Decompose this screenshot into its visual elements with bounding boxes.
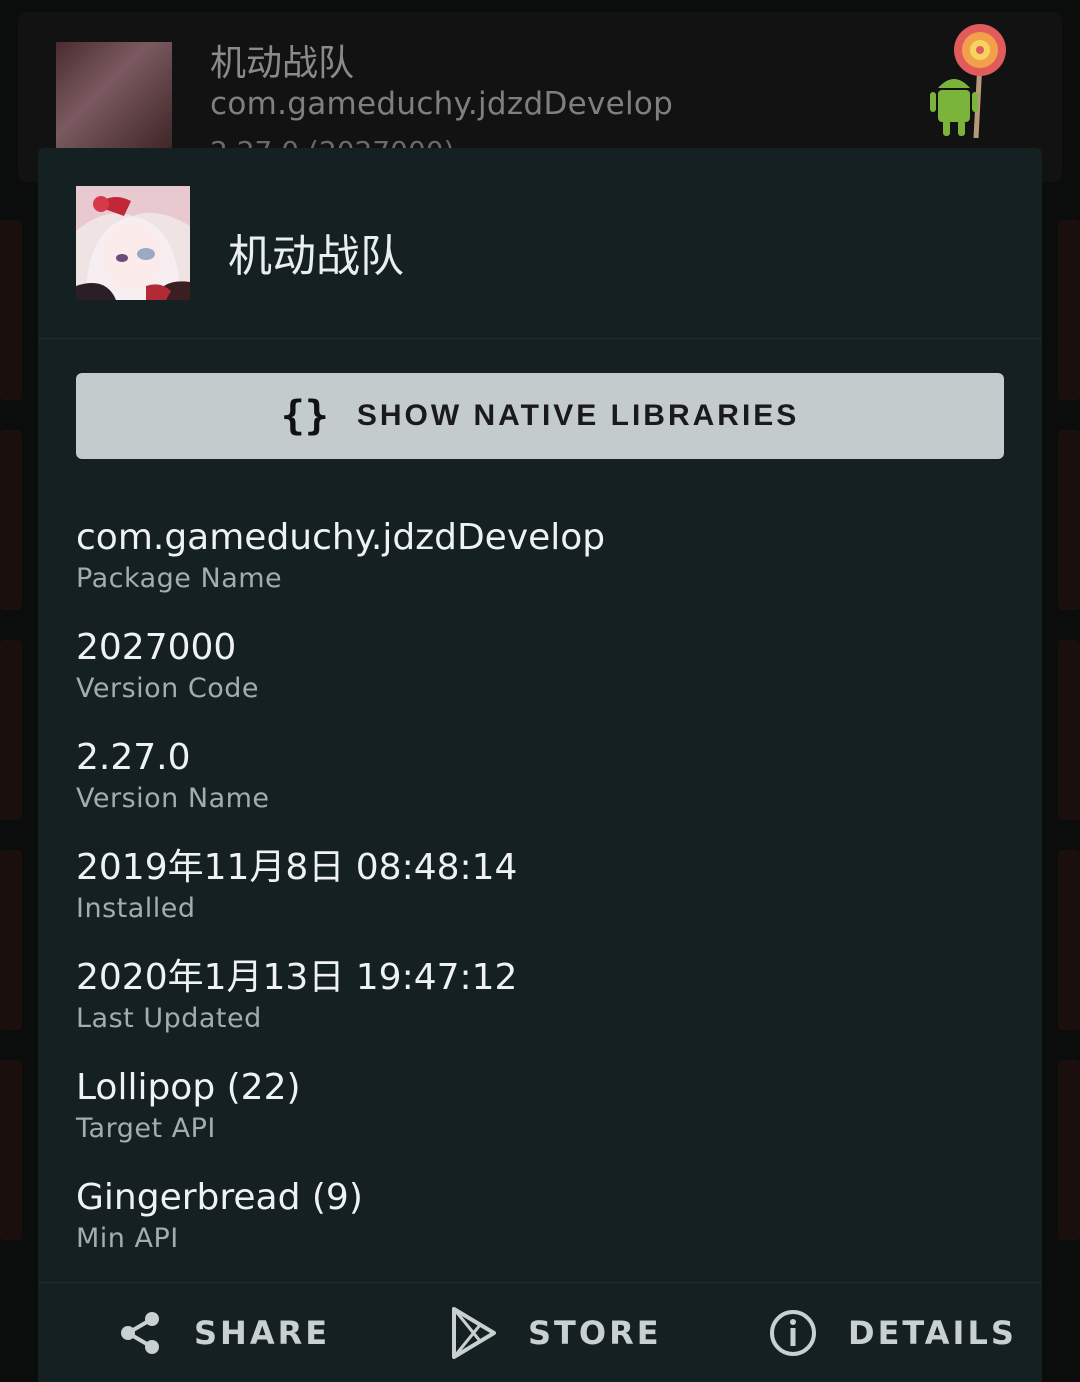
info-package-name: com.gameduchy.jdzdDevelop Package Name xyxy=(76,516,605,596)
info-value: 2020年1月13日 19:47:12 xyxy=(76,957,518,998)
background-card-edge-left xyxy=(0,1060,22,1240)
info-installed: 2019年11月8日 08:48:14 Installed xyxy=(76,846,517,926)
background-card-edge-left xyxy=(0,220,22,400)
info-value: 2027000 xyxy=(76,627,237,668)
share-label: SHARE xyxy=(194,1314,331,1352)
details-label: DETAILS xyxy=(848,1314,1017,1352)
show-native-libraries-label: SHOW NATIVE LIBRARIES xyxy=(356,399,800,432)
info-icon xyxy=(770,1310,816,1356)
info-min-api: Gingerbread (9) Min API xyxy=(76,1176,363,1256)
info-label: Min API xyxy=(76,1223,179,1254)
background-card-edge-left xyxy=(0,850,22,1030)
background-card-edge-right xyxy=(1058,850,1080,1030)
background-card-edge-right xyxy=(1058,220,1080,400)
show-native-libraries-button[interactable]: {} SHOW NATIVE LIBRARIES xyxy=(76,373,1004,459)
info-version-code: 2027000 Version Code xyxy=(76,626,259,706)
play-store-icon xyxy=(452,1307,496,1359)
background-app-icon xyxy=(56,42,172,158)
info-value: Gingerbread (9) xyxy=(76,1177,363,1218)
dialog-app-name: 机动战队 xyxy=(228,231,404,282)
info-value: Lollipop (22) xyxy=(76,1067,301,1108)
app-info-dialog: 机动战队 {} SHOW NATIVE LIBRARIES com.gamedu… xyxy=(38,148,1042,1382)
store-label: STORE xyxy=(528,1314,662,1352)
background-card-edge-right xyxy=(1058,1060,1080,1240)
info-value: com.gameduchy.jdzdDevelop xyxy=(76,517,606,558)
background-app-title: 机动战队 xyxy=(210,43,355,84)
info-target-api: Lollipop (22) Target API xyxy=(76,1066,301,1146)
share-icon xyxy=(121,1312,159,1354)
info-label: Version Name xyxy=(76,783,270,814)
background-card-edge-right xyxy=(1058,430,1080,610)
share-button[interactable]: SHARE xyxy=(116,1283,330,1382)
info-label: Target API xyxy=(76,1113,216,1144)
info-value: 2019年11月8日 08:48:14 xyxy=(76,847,518,888)
dialog-action-bar: SHARE STORE DETAILS xyxy=(38,1282,1042,1382)
details-button[interactable]: DETAILS xyxy=(768,1283,1017,1382)
dialog-header: 机动战队 xyxy=(38,148,1042,339)
lollipop-android-icon xyxy=(930,24,1006,139)
info-last-updated: 2020年1月13日 19:47:12 Last Updated xyxy=(76,956,517,1036)
info-version-name: 2.27.0 Version Name xyxy=(76,736,270,816)
info-label: Version Code xyxy=(76,673,259,704)
info-label: Installed xyxy=(76,893,196,924)
background-card-edge-left xyxy=(0,640,22,820)
info-label: Package Name xyxy=(76,563,283,594)
background-card-edge-left xyxy=(0,430,22,610)
background-card-edge-right xyxy=(1058,640,1080,820)
info-value: 2.27.0 xyxy=(76,737,191,778)
store-button[interactable]: STORE xyxy=(450,1283,662,1382)
info-label: Last Updated xyxy=(76,1003,262,1034)
code-braces-icon: {} xyxy=(280,393,329,439)
app-icon xyxy=(76,186,190,300)
background-app-package: com.gameduchy.jdzdDevelop xyxy=(210,86,674,122)
